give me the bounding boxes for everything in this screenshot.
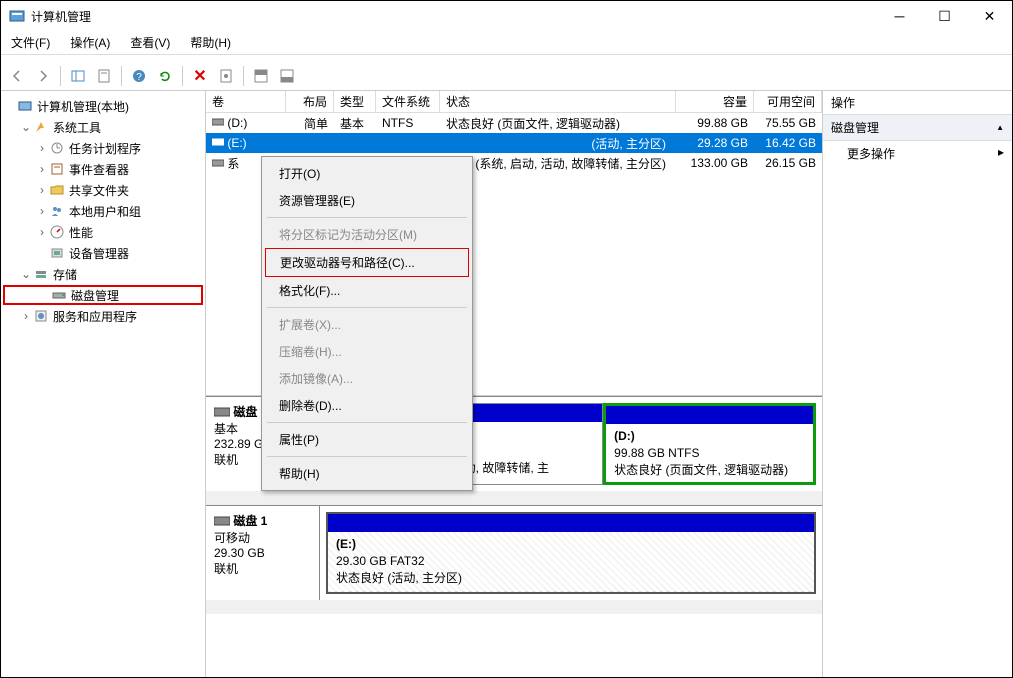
close-button[interactable]: ✕ <box>967 1 1012 31</box>
menu-explorer[interactable]: 资源管理器(E) <box>265 187 469 214</box>
menu-help[interactable]: 帮助(H) <box>265 460 469 487</box>
view-bottom-button[interactable] <box>275 64 299 88</box>
table-row[interactable]: (E:) (活动, 主分区) 29.28 GB 16.42 GB <box>206 133 822 153</box>
menu-extend: 扩展卷(X)... <box>265 311 469 338</box>
menu-mirror: 添加镜像(A)... <box>265 365 469 392</box>
back-button[interactable] <box>5 64 29 88</box>
col-type[interactable]: 类型 <box>334 91 376 112</box>
chevron-right-icon: ▸ <box>998 145 1004 162</box>
tree-performance[interactable]: ›性能 <box>3 222 203 242</box>
col-layout[interactable]: 布局 <box>286 91 334 112</box>
menu-change-drive-letter[interactable]: 更改驱动器号和路径(C)... <box>265 248 469 277</box>
tree-system-tools[interactable]: ⌄系统工具 <box>3 117 203 137</box>
help-button[interactable]: ? <box>127 64 151 88</box>
tree-storage[interactable]: ⌄存储 <box>3 264 203 284</box>
settings-button[interactable] <box>214 64 238 88</box>
menu-format[interactable]: 格式化(F)... <box>265 277 469 304</box>
actions-pane: 操作 磁盘管理▲ 更多操作▸ <box>822 91 1012 677</box>
svg-text:?: ? <box>136 72 142 83</box>
table-header: 卷 布局 类型 文件系统 状态 容量 可用空间 <box>206 91 822 113</box>
window-title: 计算机管理 <box>31 8 877 25</box>
tree-task-scheduler[interactable]: ›任务计划程序 <box>3 138 203 158</box>
tree-event-viewer[interactable]: ›事件查看器 <box>3 159 203 179</box>
actions-header: 操作 <box>823 91 1012 115</box>
app-icon <box>9 8 25 24</box>
menubar: 文件(F) 操作(A) 查看(V) 帮助(H) <box>1 31 1012 55</box>
forward-button[interactable] <box>31 64 55 88</box>
properties-button[interactable] <box>92 64 116 88</box>
show-hide-tree-button[interactable] <box>66 64 90 88</box>
menu-shrink: 压缩卷(H)... <box>265 338 469 365</box>
disk-info[interactable]: 磁盘 1 可移动 29.30 GB 联机 <box>206 505 320 600</box>
col-filesystem[interactable]: 文件系统 <box>376 91 440 112</box>
context-menu: 打开(O) 资源管理器(E) 将分区标记为活动分区(M) 更改驱动器号和路径(C… <box>261 156 473 491</box>
view-top-button[interactable] <box>249 64 273 88</box>
toolbar: ? ✕ <box>1 61 1012 91</box>
partition-e[interactable]: (E:) 29.30 GB FAT32 状态良好 (活动, 主分区) <box>326 512 816 594</box>
col-volume[interactable]: 卷 <box>206 91 286 112</box>
menu-properties[interactable]: 属性(P) <box>265 426 469 453</box>
collapse-icon: ▲ <box>996 123 1004 132</box>
col-status[interactable]: 状态 <box>440 91 676 112</box>
col-capacity[interactable]: 容量 <box>676 91 754 112</box>
maximize-button[interactable]: ☐ <box>922 1 967 31</box>
menu-help[interactable]: 帮助(H) <box>186 32 235 53</box>
menu-file[interactable]: 文件(F) <box>7 32 54 53</box>
tree-root[interactable]: 计算机管理(本地) <box>3 96 203 116</box>
tree-pane: 计算机管理(本地) ⌄系统工具 ›任务计划程序 ›事件查看器 ›共享文件夹 ›本… <box>1 91 206 677</box>
delete-button[interactable]: ✕ <box>188 64 212 88</box>
table-row[interactable]: (D:) 简单 基本 NTFS 状态良好 (页面文件, 逻辑驱动器) 99.88… <box>206 113 822 133</box>
menu-delete-volume[interactable]: 删除卷(D)... <box>265 392 469 419</box>
titlebar: 计算机管理 ─ ☐ ✕ <box>1 1 1012 31</box>
actions-group-disk-mgmt[interactable]: 磁盘管理▲ <box>823 115 1012 141</box>
partition-d[interactable]: (D:) 99.88 GB NTFS 状态良好 (页面文件, 逻辑驱动器) <box>603 403 816 485</box>
minimize-button[interactable]: ─ <box>877 1 922 31</box>
actions-more[interactable]: 更多操作▸ <box>823 141 1012 166</box>
tree-disk-management[interactable]: 磁盘管理 <box>3 285 203 305</box>
tree-local-users[interactable]: ›本地用户和组 <box>3 201 203 221</box>
tree-device-manager[interactable]: 设备管理器 <box>3 243 203 263</box>
menu-open[interactable]: 打开(O) <box>265 160 469 187</box>
menu-action[interactable]: 操作(A) <box>66 32 114 53</box>
tree-services[interactable]: ›服务和应用程序 <box>3 306 203 326</box>
refresh-button[interactable] <box>153 64 177 88</box>
tree-shared-folders[interactable]: ›共享文件夹 <box>3 180 203 200</box>
col-free[interactable]: 可用空间 <box>754 91 822 112</box>
menu-mark-active: 将分区标记为活动分区(M) <box>265 221 469 248</box>
menu-view[interactable]: 查看(V) <box>126 32 174 53</box>
